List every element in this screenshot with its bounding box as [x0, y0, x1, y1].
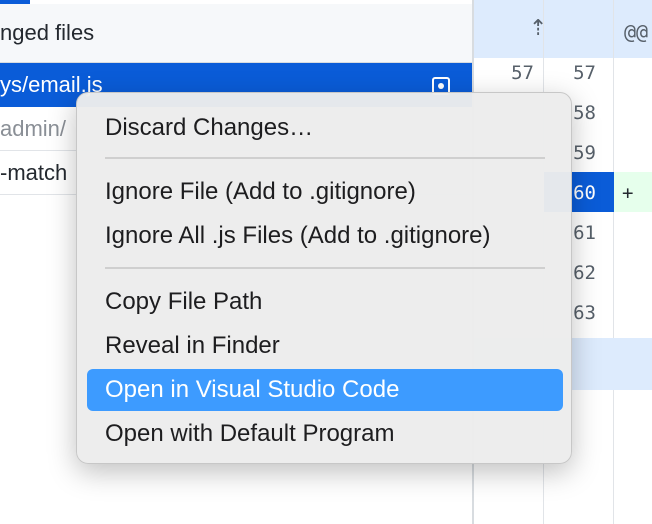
file-name: admin/ — [0, 116, 67, 141]
changed-files-header: nged files — [0, 4, 472, 63]
menu-separator — [105, 157, 545, 159]
menu-separator — [105, 267, 545, 269]
hunk-text: @@ — [624, 20, 649, 44]
menu-item-copy-file-path[interactable]: Copy File Path — [87, 281, 563, 323]
menu-item-open-default-program[interactable]: Open with Default Program — [87, 413, 563, 455]
added-marker: + — [622, 182, 634, 204]
menu-item-ignore-file[interactable]: Ignore File (Add to .gitignore) — [87, 171, 563, 213]
menu-item-discard-changes[interactable]: Discard Changes… — [87, 107, 563, 149]
menu-item-open-in-vscode[interactable]: Open in Visual Studio Code — [87, 369, 563, 411]
new-line-number: 57 — [573, 62, 596, 84]
old-line-number: 57 — [511, 62, 534, 84]
file-context-menu: Discard Changes… Ignore File (Add to .gi… — [76, 92, 572, 464]
menu-item-reveal-in-finder[interactable]: Reveal in Finder — [87, 325, 563, 367]
file-name: -match — [0, 160, 68, 185]
menu-item-ignore-all-js[interactable]: Ignore All .js Files (Add to .gitignore) — [87, 215, 563, 257]
